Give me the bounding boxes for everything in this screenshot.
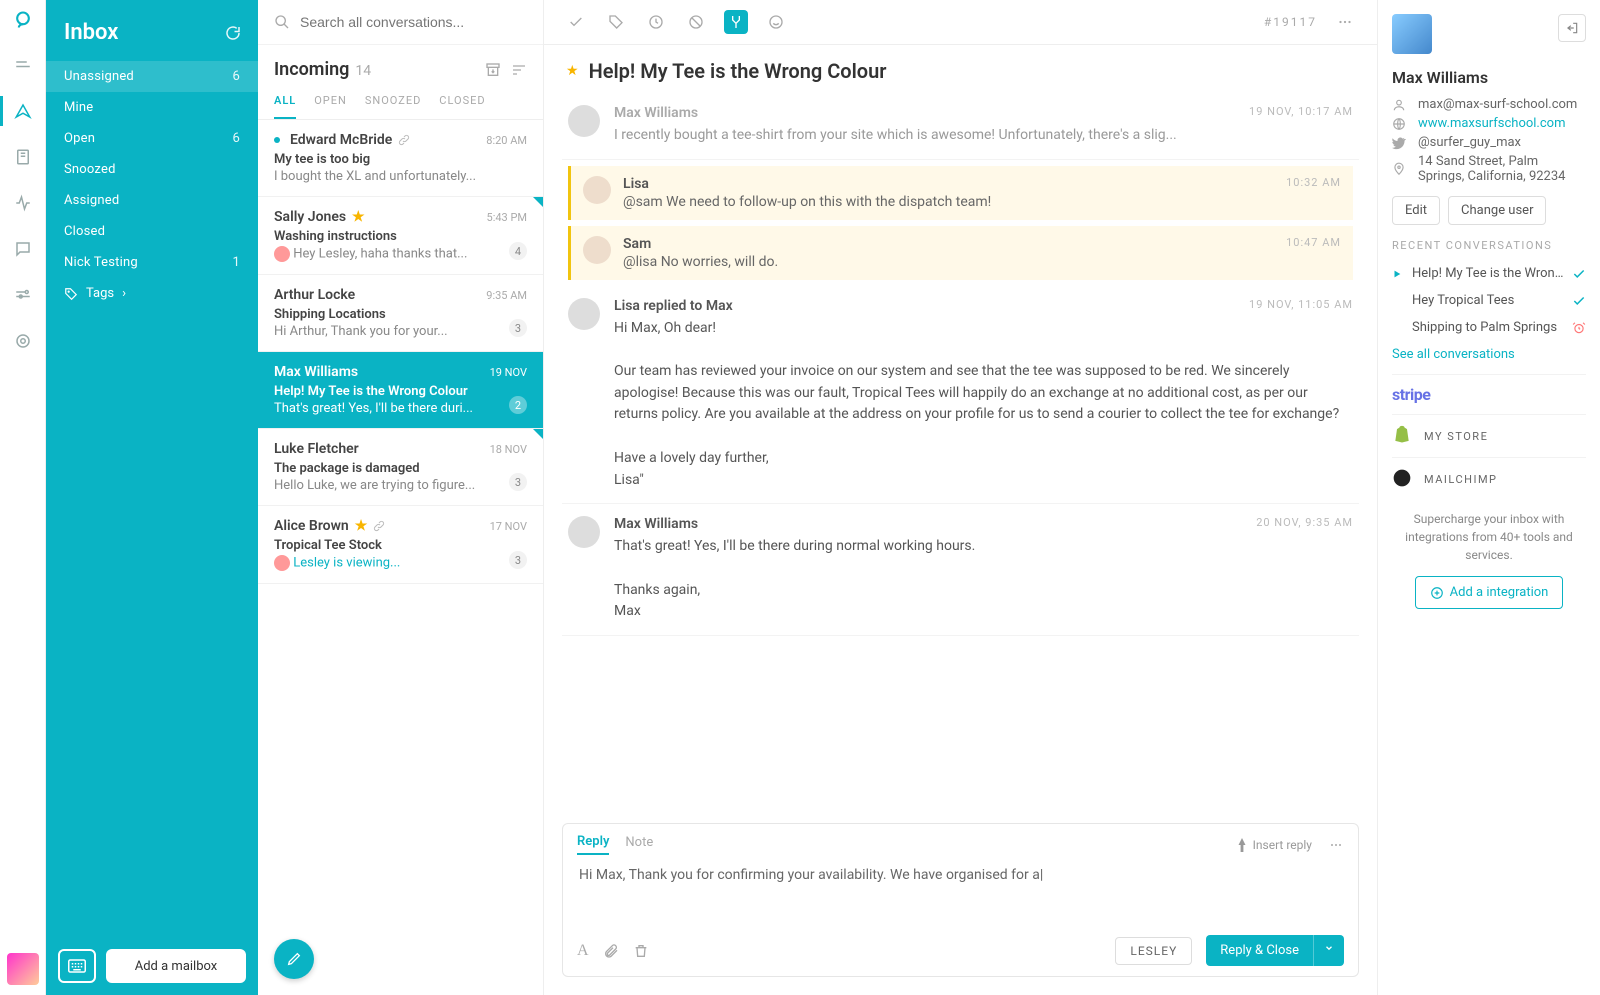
emoji-icon[interactable] xyxy=(764,10,788,34)
refresh-icon[interactable] xyxy=(224,24,242,42)
list-title: Incoming14 xyxy=(274,59,371,80)
message[interactable]: Max Williams20 NOV, 9:35 AMThat's great!… xyxy=(562,504,1359,636)
composer: Reply Note Insert reply Hi Max, Thank yo… xyxy=(562,823,1359,977)
recent-conversations-label: RECENT CONVERSATIONS xyxy=(1392,239,1586,252)
edit-button[interactable]: Edit xyxy=(1392,196,1440,225)
tags-label: Tags xyxy=(86,286,114,301)
nav-chat-icon[interactable] xyxy=(0,226,46,272)
icon-rail xyxy=(0,0,46,995)
location-icon xyxy=(1392,162,1408,176)
sidebar-item-mine[interactable]: Mine xyxy=(46,92,258,123)
list-tab-closed[interactable]: CLOSED xyxy=(439,94,485,119)
list-tab-all[interactable]: ALL xyxy=(274,94,296,119)
sidebar: Inbox Unassigned6MineOpen6SnoozedAssigne… xyxy=(46,0,258,995)
snooze-icon[interactable] xyxy=(644,10,668,34)
add-mailbox-button[interactable]: Add a mailbox xyxy=(106,949,246,983)
add-integration-button[interactable]: Add a integration xyxy=(1415,576,1564,609)
see-all-link[interactable]: See all conversations xyxy=(1392,347,1586,362)
conversation-item[interactable]: Luke Fletcher18 NOV The package is damag… xyxy=(258,429,543,506)
globe-icon xyxy=(1392,117,1408,131)
conversation-list-column: Incoming14 ALL OPEN SNOOZED CLOSED Edward M… xyxy=(258,0,544,995)
delete-icon[interactable] xyxy=(633,943,649,959)
sort-icon[interactable] xyxy=(511,62,527,78)
internal-note: Lisa10:32 AM@sam We need to follow-up on… xyxy=(568,166,1353,220)
user-icon xyxy=(1392,98,1408,112)
integration-stripe[interactable]: stripe xyxy=(1392,374,1586,414)
list-count: 14 xyxy=(355,63,371,79)
composer-tab-note[interactable]: Note xyxy=(625,835,653,854)
nav-send-icon[interactable] xyxy=(0,88,46,134)
recent-conversation[interactable]: Shipping to Palm Springs xyxy=(1392,314,1586,341)
profile-twitter: @surfer_guy_max xyxy=(1392,135,1586,150)
send-button[interactable]: Reply & Close xyxy=(1206,935,1313,966)
current-user-avatar[interactable] xyxy=(7,953,39,985)
chevron-right-icon: › xyxy=(122,286,126,301)
assigned-user[interactable]: LESLEY xyxy=(1115,937,1192,965)
list-tab-snoozed[interactable]: SNOOZED xyxy=(365,94,421,119)
profile-address: 14 Sand Street, Palm Springs, California… xyxy=(1392,154,1586,184)
message[interactable]: Lisa replied to Max19 NOV, 11:05 AMHi Ma… xyxy=(562,286,1359,505)
check-icon[interactable] xyxy=(564,10,588,34)
attachment-icon[interactable] xyxy=(603,943,619,959)
profile-website[interactable]: www.maxsurfschool.com xyxy=(1392,116,1586,131)
conversation-item[interactable]: Arthur Locke9:35 AM Shipping Locations H… xyxy=(258,275,543,352)
nav-docs-icon[interactable] xyxy=(0,134,46,180)
archive-icon[interactable] xyxy=(485,62,501,78)
tag-icon[interactable] xyxy=(604,10,628,34)
profile-avatar xyxy=(1392,14,1432,54)
composer-input[interactable]: Hi Max, Thank you for confirming your av… xyxy=(577,855,1344,935)
message[interactable]: Max Williams19 NOV, 10:17 AMI recently b… xyxy=(562,93,1359,160)
internal-note: Sam10:47 AM@lisa No worries, will do. xyxy=(568,226,1353,280)
nav-sliders-icon[interactable] xyxy=(0,272,46,318)
format-icon[interactable]: A xyxy=(577,942,589,960)
profile-email: max@max-surf-school.com xyxy=(1392,97,1586,112)
nav-target-icon[interactable] xyxy=(0,318,46,364)
conversation-item[interactable]: Max Williams19 NOV Help! My Tee is the W… xyxy=(258,352,543,429)
conversation-item[interactable]: Edward McBride 8:20 AM My tee is too big… xyxy=(258,120,543,197)
main-column: #19117 ★ Help! My Tee is the Wrong Colou… xyxy=(544,0,1378,995)
profile-name: Max Williams xyxy=(1392,68,1586,87)
toolbar: #19117 xyxy=(544,0,1377,45)
recent-conversation[interactable]: Hey Tropical Tees xyxy=(1392,287,1586,314)
merge-icon[interactable] xyxy=(724,10,748,34)
sidebar-item-unassigned[interactable]: Unassigned6 xyxy=(46,61,258,92)
app-logo-icon xyxy=(13,10,33,30)
twitter-icon xyxy=(1392,136,1408,150)
integrations-promo: Supercharge your inbox with integrations… xyxy=(1392,510,1586,564)
sidebar-item-snoozed[interactable]: Snoozed xyxy=(46,154,258,185)
search-icon xyxy=(274,14,290,30)
sidebar-item-assigned[interactable]: Assigned xyxy=(46,185,258,216)
sidebar-tags[interactable]: Tags › xyxy=(46,278,258,309)
sidebar-item-nick-testing[interactable]: Nick Testing1 xyxy=(46,247,258,278)
keyboard-shortcuts-button[interactable] xyxy=(58,949,96,983)
search-bar[interactable] xyxy=(258,0,543,45)
recent-conversation[interactable]: Help! My Tee is the Wron... xyxy=(1392,260,1586,287)
conversation-item[interactable]: Alice Brown ★ 17 NOV Tropical Tee Stock … xyxy=(258,506,543,584)
insert-reply[interactable]: Insert reply xyxy=(1237,838,1312,852)
conversation-item[interactable]: Sally Jones ★5:43 PM Washing instruction… xyxy=(258,197,543,275)
spam-icon[interactable] xyxy=(684,10,708,34)
star-icon[interactable]: ★ xyxy=(566,63,579,79)
search-input[interactable] xyxy=(300,14,527,30)
sidebar-item-open[interactable]: Open6 xyxy=(46,123,258,154)
shopify-icon xyxy=(1392,425,1414,447)
profile-panel: Max Williams max@max-surf-school.com www… xyxy=(1378,0,1600,995)
composer-tab-reply[interactable]: Reply xyxy=(577,834,609,855)
composer-more-icon[interactable] xyxy=(1328,837,1344,853)
mailchimp-icon xyxy=(1392,468,1414,490)
nav-hamburger-icon[interactable] xyxy=(0,42,46,88)
change-user-button[interactable]: Change user xyxy=(1448,196,1546,225)
integration-mystore[interactable]: MY STORE xyxy=(1392,414,1586,457)
sidebar-title: Inbox xyxy=(64,20,118,45)
ticket-id: #19117 xyxy=(1264,15,1317,29)
list-tab-open[interactable]: OPEN xyxy=(314,94,347,119)
sidebar-item-closed[interactable]: Closed xyxy=(46,216,258,247)
compose-button[interactable] xyxy=(274,939,314,979)
ticket-title: Help! My Tee is the Wrong Colour xyxy=(589,59,887,83)
close-panel-icon[interactable] xyxy=(1558,14,1586,42)
more-icon[interactable] xyxy=(1333,10,1357,34)
send-dropdown[interactable] xyxy=(1313,935,1344,966)
nav-activity-icon[interactable] xyxy=(0,180,46,226)
integration-mailchimp[interactable]: MAILCHIMP xyxy=(1392,457,1586,500)
